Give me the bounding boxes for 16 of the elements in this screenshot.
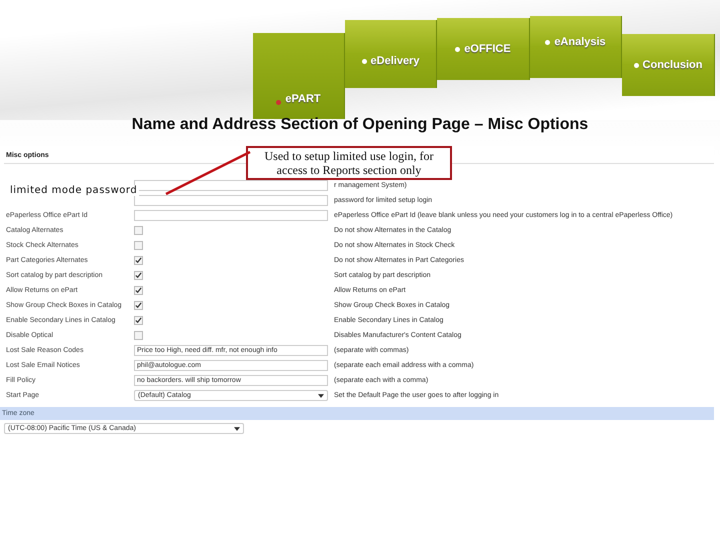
checkbox[interactable] [134, 301, 143, 310]
checkbox[interactable] [134, 286, 143, 295]
checkbox[interactable] [134, 271, 143, 280]
caret-icon [318, 394, 324, 398]
text-field[interactable] [134, 195, 328, 206]
text-field[interactable] [134, 180, 328, 191]
checkbox[interactable] [134, 226, 143, 235]
callout-box: Used to setup limited use login, for access to Reports section only [246, 146, 452, 180]
checkbox[interactable] [134, 316, 143, 325]
text-field[interactable] [134, 210, 328, 221]
checkbox[interactable] [134, 256, 143, 265]
slide-title: Name and Address Section of Opening Page – Misc Options [130, 116, 590, 134]
checkbox[interactable] [134, 241, 143, 250]
annotation-label: limited mode password [8, 185, 140, 196]
caret-icon [234, 426, 240, 430]
checkbox[interactable] [134, 331, 143, 340]
